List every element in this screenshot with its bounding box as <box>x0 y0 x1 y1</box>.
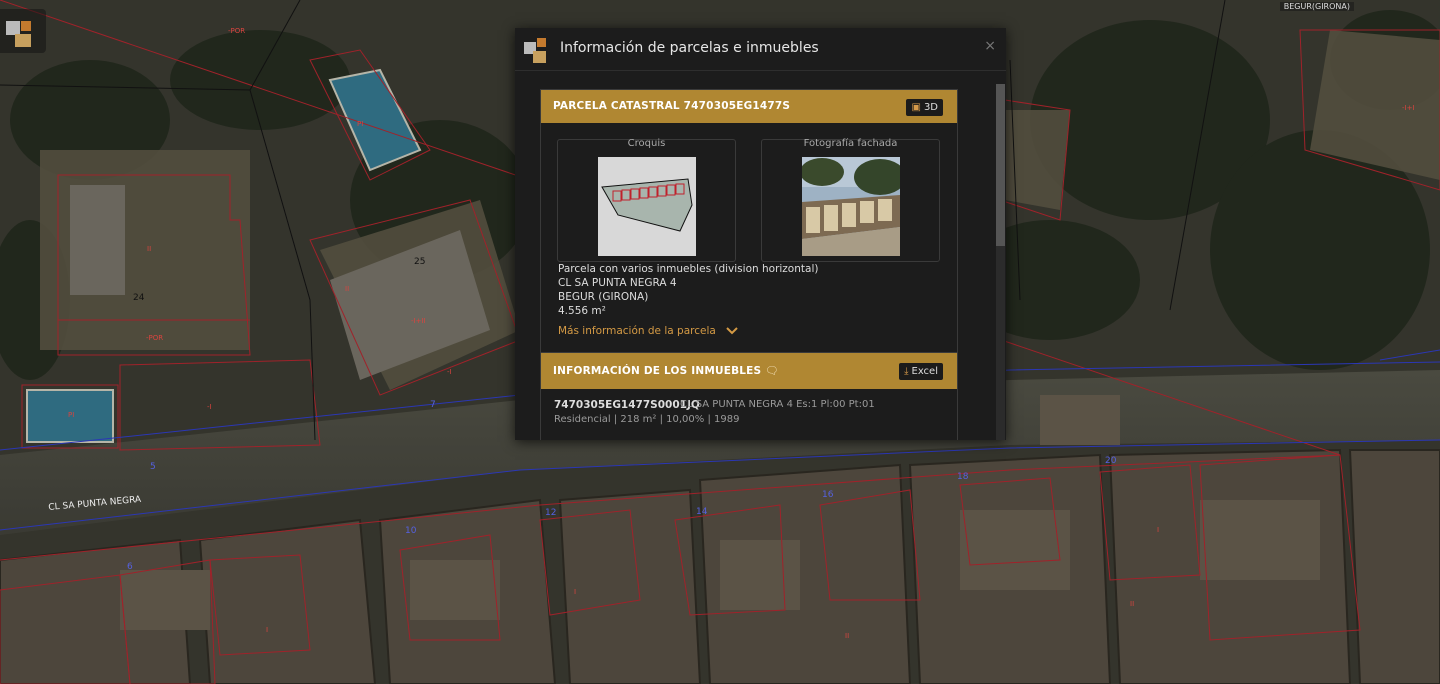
facade-photo-title: Fotografía fachada <box>803 138 898 149</box>
download-icon: ⤓ <box>904 366 909 377</box>
map-location-badge: BEGUR(GIRONA) <box>1279 2 1354 11</box>
properties-panel: INFORMACIÓN DE LOS INMUEBLES 🗨 ⤓ Excel 7… <box>540 352 958 440</box>
map-use-label: -I <box>207 403 212 411</box>
parcel-panel-header: PARCELA CATASTRAL 7470305EG1477S ▣ 3D <box>541 90 957 123</box>
catastro-logo-icon <box>524 38 546 63</box>
map-use-label: PI <box>357 120 364 128</box>
parcel-sketch-image[interactable] <box>598 157 696 256</box>
parcel-panel: PARCELA CATASTRAL 7470305EG1477S ▣ 3D Cr… <box>540 89 958 353</box>
properties-title: INFORMACIÓN DE LOS INMUEBLES 🗨 <box>553 365 779 377</box>
photo-card: Fotografía fachada <box>761 138 940 262</box>
map-number-label: 6 <box>127 562 133 572</box>
map-number-label: 5 <box>150 462 156 472</box>
view-3d-label: 3D <box>923 102 938 113</box>
map-use-label: -I+I <box>1402 104 1415 112</box>
export-excel-button[interactable]: ⤓ Excel <box>899 363 943 380</box>
sketch-card: Croquis <box>557 138 736 262</box>
property-row[interactable]: 7470305EG1477S0001JQ CL SA PUNTA NEGRA 4… <box>541 389 957 440</box>
scrollbar-thumb[interactable] <box>996 84 1005 246</box>
more-parcel-info-link[interactable]: Más información de la parcela <box>558 325 738 337</box>
map-number-label: 12 <box>545 508 557 518</box>
facade-photo-image[interactable] <box>802 157 900 256</box>
map-use-label: I <box>1157 526 1160 534</box>
properties-panel-header: INFORMACIÓN DE LOS INMUEBLES 🗨 ⤓ Excel <box>541 353 957 389</box>
map-use-label: I <box>574 588 577 596</box>
close-icon[interactable]: × <box>984 38 996 54</box>
map-use-label: -I <box>447 368 452 376</box>
parcel-title: PARCELA CATASTRAL 7470305EG1477S <box>553 100 791 112</box>
property-meta: Residencial | 218 m² | 10,00% | 1989 <box>554 414 740 425</box>
map-number-label: 10 <box>405 526 417 536</box>
map-use-label: -POR <box>146 334 164 342</box>
export-excel-label: Excel <box>911 366 939 377</box>
map-number-label: 20 <box>1105 456 1117 466</box>
property-ref[interactable]: 7470305EG1477S0001JQ <box>554 399 700 411</box>
property-address: CL SA PUNTA NEGRA 4 Es:1 Pl:00 Pt:01 <box>680 399 875 410</box>
parcel-address: CL SA PUNTA NEGRA 4 <box>558 277 677 289</box>
map-number-label: 14 <box>696 507 708 517</box>
map-use-label: II <box>1130 600 1135 608</box>
map-number-label: 18 <box>957 472 969 482</box>
sketch-title: Croquis <box>627 138 666 149</box>
dialog-content[interactable]: PARCELA CATASTRAL 7470305EG1477S ▣ 3D Cr… <box>515 71 1006 440</box>
dialog-header: Información de parcelas e inmuebles × <box>515 28 1006 71</box>
map-use-label: II <box>845 632 850 640</box>
dialog-title: Información de parcelas e inmuebles <box>560 40 819 56</box>
catastro-logo-icon <box>6 21 31 47</box>
chevron-down-icon <box>726 327 738 335</box>
parcel-area: 4.556 m² <box>558 305 606 317</box>
comment-icon: 🗨 <box>765 365 779 377</box>
map-use-label: PI <box>68 411 75 419</box>
map-number-label: 25 <box>414 257 426 267</box>
dialog-scrollbar[interactable] <box>996 84 1005 440</box>
map-number-label: 24 <box>133 293 145 303</box>
map-number-label: 16 <box>822 490 834 500</box>
map-use-label: -I+II <box>411 317 426 325</box>
cubes-icon: ▣ <box>911 102 921 113</box>
more-parcel-info-label: Más información de la parcela <box>558 325 716 337</box>
map-use-label: -POR <box>228 27 246 35</box>
view-3d-button[interactable]: ▣ 3D <box>906 99 943 116</box>
map-use-label: II <box>147 245 152 253</box>
parcel-info-dialog: Información de parcelas e inmuebles × PA… <box>515 28 1006 440</box>
map-use-label: II <box>345 285 350 293</box>
map-use-label: I <box>266 626 269 634</box>
map-number-label: 7 <box>430 400 436 410</box>
parcel-municipality: BEGUR (GIRONA) <box>558 291 649 303</box>
app-logo-button[interactable] <box>0 9 46 53</box>
parcel-description: Parcela con varios inmuebles (division h… <box>558 263 819 275</box>
